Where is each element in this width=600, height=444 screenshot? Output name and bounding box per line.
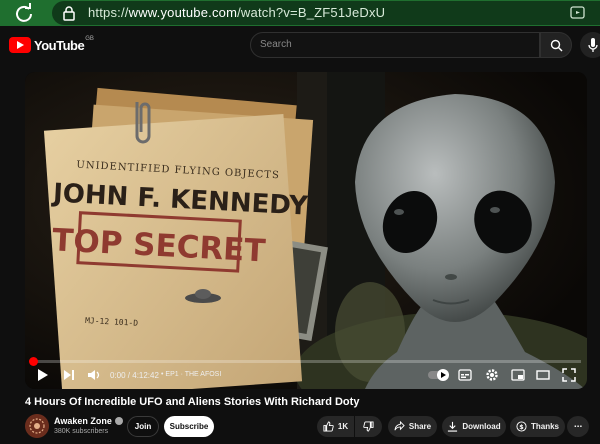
join-button[interactable]: Join bbox=[127, 416, 159, 437]
autoplay-toggle-icon[interactable] bbox=[428, 369, 450, 381]
voice-search-button[interactable] bbox=[580, 32, 600, 58]
video-player[interactable]: UNIDENTIFIED FLYING OBJECTS JOHN F. KENN… bbox=[25, 72, 587, 389]
verified-badge-icon bbox=[114, 417, 123, 425]
youtube-play-icon bbox=[9, 37, 31, 53]
search-button[interactable] bbox=[540, 32, 572, 58]
miniplayer-icon[interactable] bbox=[511, 368, 525, 382]
like-count: 1K bbox=[337, 422, 349, 431]
video-thumbnail[interactable]: UNIDENTIFIED FLYING OBJECTS JOHN F. KENN… bbox=[25, 72, 587, 389]
thanks-button[interactable]: $ Thanks bbox=[510, 416, 565, 437]
youtube-logo[interactable]: YouTube GB bbox=[9, 36, 94, 53]
reload-icon[interactable] bbox=[14, 3, 34, 23]
volume-icon[interactable] bbox=[87, 368, 101, 382]
time-display: 0:00 / 4:12:42 bbox=[110, 371, 159, 380]
more-actions-button[interactable]: ⋯ bbox=[567, 416, 589, 437]
address-bar[interactable]: https://www.youtube.com/watch?v=B_ZF51Je… bbox=[52, 1, 600, 25]
subscriber-count: 380K subscribers bbox=[54, 428, 109, 435]
super-thanks-icon: $ bbox=[516, 421, 527, 432]
channel-logo-icon bbox=[25, 414, 49, 438]
dislike-button[interactable] bbox=[355, 416, 382, 437]
channel-name[interactable]: Awaken Zone bbox=[54, 416, 123, 426]
theater-mode-icon[interactable] bbox=[536, 368, 550, 382]
subtitles-icon[interactable] bbox=[458, 368, 472, 382]
search-placeholder: Search bbox=[260, 39, 292, 50]
video-title: 4 Hours Of Incredible UFO and Aliens Sto… bbox=[25, 396, 360, 408]
browser-toolbar: https://www.youtube.com/watch?v=B_ZF51Je… bbox=[0, 0, 600, 26]
search-input[interactable]: Search bbox=[250, 32, 540, 58]
chapter-title[interactable]: • EP1 · THE AFOSI bbox=[161, 371, 221, 378]
thumbs-up-icon bbox=[323, 421, 334, 432]
settings-gear-icon[interactable] bbox=[485, 368, 499, 382]
thumbs-down-icon bbox=[363, 421, 374, 432]
next-icon[interactable] bbox=[63, 368, 75, 382]
url-text[interactable]: https://www.youtube.com/watch?v=B_ZF51Je… bbox=[88, 5, 385, 20]
share-button[interactable]: Share bbox=[388, 416, 437, 437]
player-controls: 0:00 / 4:12:42 • EP1 · THE AFOSI bbox=[25, 364, 587, 388]
share-icon bbox=[394, 421, 405, 431]
svg-text:$: $ bbox=[519, 423, 524, 431]
logo-text: YouTube bbox=[34, 37, 85, 53]
fullscreen-icon[interactable] bbox=[562, 368, 576, 382]
lock-icon[interactable] bbox=[62, 5, 76, 21]
progress-bar[interactable] bbox=[29, 357, 581, 366]
more-icon: ⋯ bbox=[574, 422, 582, 431]
youtube-header: YouTube GB Search bbox=[0, 26, 600, 64]
search-icon bbox=[550, 39, 563, 52]
region-code: GB bbox=[85, 36, 94, 42]
download-button[interactable]: Download bbox=[442, 416, 506, 437]
microphone-icon bbox=[588, 38, 598, 52]
play-icon[interactable] bbox=[37, 368, 49, 382]
download-icon bbox=[448, 421, 458, 432]
extension-icon[interactable] bbox=[570, 5, 586, 21]
subscribe-button[interactable]: Subscribe bbox=[164, 416, 214, 437]
like-button[interactable]: 1K bbox=[317, 416, 354, 437]
channel-avatar[interactable] bbox=[25, 414, 49, 438]
